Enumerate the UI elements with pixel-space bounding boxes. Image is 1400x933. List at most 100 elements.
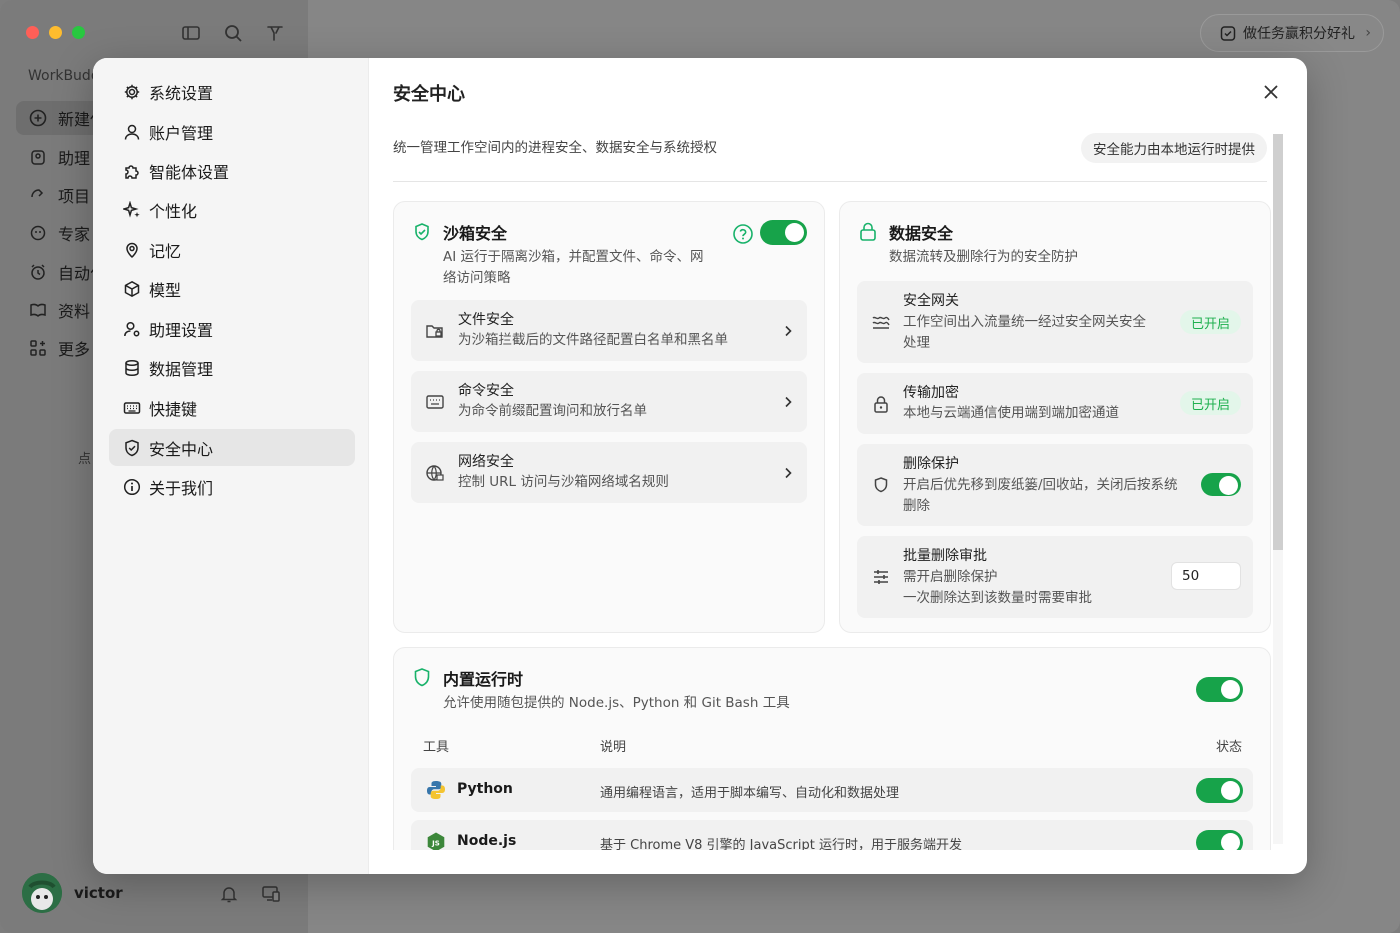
settings-nav-about[interactable]: 关于我们 bbox=[109, 468, 355, 505]
content-scroll-area[interactable]: 统一管理工作空间内的进程安全、数据安全与系统授权 安全能力由本地运行时提供 沙箱… bbox=[370, 128, 1307, 850]
plus-circle-icon bbox=[29, 109, 47, 127]
promo-button[interactable]: 做任务赢积分好礼 › bbox=[1200, 14, 1384, 52]
settings-nav-label: 助理设置 bbox=[149, 320, 214, 340]
table-row: Python 通用编程语言，适用于脚本编写、自动化和数据处理 bbox=[411, 768, 1253, 812]
python-icon bbox=[427, 781, 445, 799]
delete-protect-toggle[interactable] bbox=[1201, 473, 1241, 496]
sandbox-toggle[interactable] bbox=[760, 220, 807, 245]
row-desc: 控制 URL 访问与沙箱网络域名规则 bbox=[458, 474, 669, 490]
settings-nav-personalize[interactable]: 个性化 bbox=[109, 191, 355, 228]
settings-nav-memory[interactable]: 记忆 bbox=[109, 231, 355, 268]
user-profile[interactable]: victor bbox=[22, 873, 123, 913]
delete-protect-row: 删除保护 开启后优先移到废纸篓/回收站，关闭后按系统 删除 bbox=[857, 444, 1253, 526]
settings-nav-label: 系统设置 bbox=[149, 83, 214, 103]
row-title: 批量删除审批 bbox=[903, 548, 987, 564]
row-desc: 为沙箱拦截后的文件路径配置白名单和黑名单 bbox=[458, 332, 728, 348]
column-header-status: 状态 bbox=[1215, 740, 1242, 755]
sandbox-desc-line2: 络访问策略 bbox=[443, 270, 511, 286]
minimize-window-button[interactable] bbox=[49, 26, 62, 39]
network-security-row[interactable]: 网络安全 控制 URL 访问与沙箱网络域名规则 bbox=[411, 442, 807, 503]
row-desc-line2: 处理 bbox=[903, 335, 930, 351]
sandbox-desc-line1: AI 运行于隔离沙箱，并配置文件、命令、网 bbox=[443, 249, 704, 265]
svg-text:JS: JS bbox=[431, 840, 440, 848]
divider bbox=[393, 181, 1267, 182]
assistant-icon bbox=[31, 150, 45, 165]
data-security-card: 数据安全 数据流转及删除行为的安全防护 安全网关 工作空间出入流量统一经过安全网… bbox=[839, 201, 1271, 633]
python-toggle[interactable] bbox=[1196, 778, 1243, 803]
settings-nav-label: 个性化 bbox=[149, 201, 198, 221]
row-title: 删除保护 bbox=[903, 456, 959, 472]
user-icon bbox=[124, 124, 140, 140]
globe-lock-icon bbox=[426, 465, 444, 481]
sidebar-toggle-icon[interactable] bbox=[180, 22, 202, 44]
bg-nav-label: 项目 bbox=[58, 187, 91, 206]
nodejs-toggle[interactable] bbox=[1196, 830, 1243, 850]
help-icon[interactable] bbox=[732, 223, 754, 245]
data-security-title: 数据安全 bbox=[889, 224, 954, 243]
gateway-row: 安全网关 工作空间出入流量统一经过安全网关安全 处理 已开启 bbox=[857, 281, 1253, 363]
settings-nav-label: 数据管理 bbox=[149, 359, 214, 379]
settings-nav-shortcuts[interactable]: 快捷键 bbox=[109, 389, 355, 426]
shield-icon bbox=[874, 477, 888, 493]
puzzle-icon bbox=[125, 164, 139, 179]
shield-icon bbox=[125, 439, 139, 456]
settings-nav-agent[interactable]: 智能体设置 bbox=[109, 152, 355, 189]
encryption-row: 传输加密 本地与云端通信使用端到端加密通道 已开启 bbox=[857, 373, 1253, 434]
chevron-right-icon bbox=[785, 467, 792, 478]
memory-icon bbox=[126, 242, 138, 258]
batch-delete-row: 批量删除审批 需开启删除保护 一次删除达到该数量时需要审批 bbox=[857, 536, 1253, 618]
row-desc-line2: 一次删除达到该数量时需要审批 bbox=[903, 590, 1092, 606]
status-badge: 已开启 bbox=[1179, 310, 1241, 334]
settings-nav-label: 快捷键 bbox=[149, 399, 198, 419]
scrollbar-thumb[interactable] bbox=[1273, 134, 1283, 550]
bell-icon[interactable] bbox=[218, 883, 240, 905]
book-icon bbox=[30, 303, 46, 318]
settings-nav-label: 安全中心 bbox=[149, 439, 214, 459]
runtime-desc: 允许使用随包提供的 Node.js、Python 和 Git Bash 工具 bbox=[443, 695, 790, 711]
row-title: 网络安全 bbox=[458, 454, 514, 470]
lock-icon bbox=[874, 396, 888, 413]
row-title: 命令安全 bbox=[458, 383, 514, 399]
file-security-row[interactable]: 文件安全 为沙箱拦截后的文件路径配置白名单和黑名单 bbox=[411, 300, 807, 361]
command-security-row[interactable]: 命令安全 为命令前缀配置询问和放行名单 bbox=[411, 371, 807, 432]
row-desc-line1: 工作空间出入流量统一经过安全网关安全 bbox=[903, 314, 1146, 330]
info-icon bbox=[123, 478, 141, 495]
row-title: 文件安全 bbox=[458, 312, 514, 328]
runtime-toggle[interactable] bbox=[1196, 677, 1243, 702]
devices-icon[interactable] bbox=[260, 883, 282, 905]
batch-delete-threshold-input[interactable] bbox=[1171, 562, 1241, 590]
sparkle-icon bbox=[123, 200, 140, 218]
filter-icon[interactable] bbox=[264, 22, 286, 44]
user-settings-icon bbox=[124, 321, 140, 336]
settings-nav-data[interactable]: 数据管理 bbox=[109, 349, 355, 386]
sandbox-title: 沙箱安全 bbox=[443, 224, 508, 243]
settings-nav-label: 账户管理 bbox=[149, 123, 214, 143]
alarm-icon bbox=[31, 264, 45, 280]
settings-nav-system[interactable]: 系统设置 bbox=[109, 73, 355, 110]
row-title: 安全网关 bbox=[903, 293, 959, 309]
search-icon[interactable] bbox=[222, 22, 244, 44]
close-icon[interactable] bbox=[1261, 82, 1281, 102]
settings-nav-label: 智能体设置 bbox=[149, 162, 230, 182]
sliders-icon bbox=[874, 570, 888, 584]
zoom-window-button[interactable] bbox=[72, 26, 85, 39]
nodejs-icon: JS bbox=[427, 832, 445, 850]
settings-nav-label: 记忆 bbox=[149, 241, 182, 261]
more-icon bbox=[30, 340, 46, 356]
settings-nav-account[interactable]: 账户管理 bbox=[109, 113, 355, 150]
settings-dialog: 系统设置 账户管理 智能体设置 个性化 记忆 模型 助理设置 数据管理 快捷键 … bbox=[93, 58, 1307, 874]
close-window-button[interactable] bbox=[26, 26, 39, 39]
chevron-right-icon bbox=[785, 396, 792, 407]
settings-content: 安全中心 统一管理工作空间内的进程安全、数据安全与系统授权 安全能力由本地运行时… bbox=[370, 58, 1307, 874]
row-desc: 为命令前缀配置询问和放行名单 bbox=[458, 403, 647, 419]
row-desc: 本地与云端通信使用端到端加密通道 bbox=[903, 405, 1119, 421]
settings-sidebar: 系统设置 账户管理 智能体设置 个性化 记忆 模型 助理设置 数据管理 快捷键 … bbox=[93, 58, 369, 874]
settings-nav-model[interactable]: 模型 bbox=[109, 270, 355, 307]
cube-icon bbox=[124, 280, 140, 297]
tool-desc: 基于 Chrome V8 引擎的 JavaScript 运行时，用于服务端开发 bbox=[600, 838, 962, 850]
row-title: 传输加密 bbox=[903, 385, 959, 401]
settings-nav-security[interactable]: 安全中心 bbox=[109, 429, 355, 466]
column-header-desc: 说明 bbox=[600, 740, 627, 755]
settings-nav-assistant[interactable]: 助理设置 bbox=[109, 310, 355, 347]
runtime-card: 内置运行时 允许使用随包提供的 Node.js、Python 和 Git Bas… bbox=[393, 647, 1271, 850]
